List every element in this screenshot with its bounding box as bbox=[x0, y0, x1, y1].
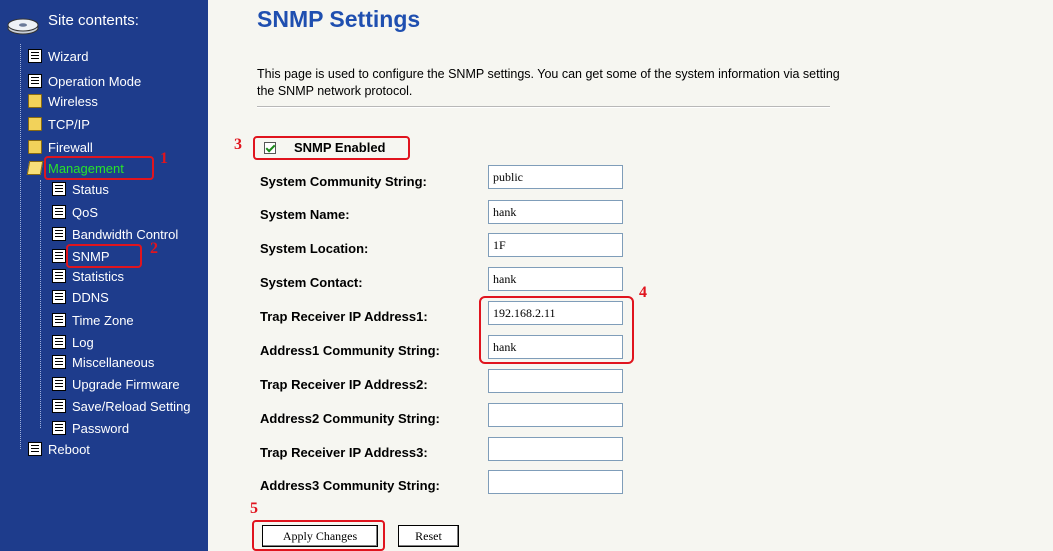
field-label: Address2 Community String: bbox=[260, 411, 440, 426]
sidebar-item-label: Log bbox=[72, 334, 94, 350]
field-label: System Name: bbox=[260, 207, 350, 222]
field-label: System Contact: bbox=[260, 275, 363, 290]
page-icon bbox=[52, 313, 66, 327]
page-icon bbox=[52, 399, 66, 413]
page-icon bbox=[52, 290, 66, 304]
folder-icon bbox=[28, 117, 42, 131]
highlight-box-management bbox=[44, 156, 154, 180]
trap-receiver-ip-address3-input[interactable] bbox=[488, 437, 623, 461]
annotation-number: 1 bbox=[160, 150, 168, 167]
annotation-number: 5 bbox=[250, 500, 258, 517]
sidebar-item-statistics[interactable]: Statistics bbox=[52, 267, 124, 285]
field-label: Trap Receiver IP Address3: bbox=[260, 445, 428, 460]
sidebar-title: Site contents: bbox=[48, 12, 139, 29]
tree-line bbox=[40, 180, 41, 428]
page-icon bbox=[52, 269, 66, 283]
annotation-number: 3 bbox=[234, 136, 242, 153]
sidebar-item-wizard[interactable]: Wizard bbox=[28, 47, 88, 65]
page-icon bbox=[28, 74, 42, 88]
address3-community-string-input[interactable] bbox=[488, 470, 623, 494]
page-icon bbox=[52, 249, 66, 263]
field-label: System Community String: bbox=[260, 174, 427, 189]
system-location-input[interactable] bbox=[488, 233, 623, 257]
reset-button[interactable]: Reset bbox=[398, 525, 459, 547]
sidebar-item-label: Operation Mode bbox=[48, 73, 142, 89]
tree-line bbox=[20, 44, 21, 449]
sidebar-item-label: Bandwidth Control bbox=[72, 226, 179, 242]
sidebar-item-upgrade-firmware[interactable]: Upgrade Firmware bbox=[52, 375, 180, 393]
highlight-box-trap-receiver1 bbox=[479, 296, 634, 364]
sidebar-item-log[interactable]: Log bbox=[52, 333, 94, 351]
sidebar-item-label: QoS bbox=[72, 204, 99, 220]
sidebar-item-label: Upgrade Firmware bbox=[72, 376, 180, 392]
system-contact-input[interactable] bbox=[488, 267, 623, 291]
sidebar-item-label: Wireless bbox=[48, 93, 98, 109]
annotation-number: 4 bbox=[639, 284, 647, 301]
field-label: Address3 Community String: bbox=[260, 478, 440, 493]
page-icon bbox=[52, 421, 66, 435]
system-name-input[interactable] bbox=[488, 200, 623, 224]
trap-receiver-ip-address2-input[interactable] bbox=[488, 369, 623, 393]
sidebar-item-label: Reboot bbox=[48, 441, 90, 457]
open-folder-icon bbox=[26, 161, 44, 175]
sidebar: Site contents: Wizard Operation Mode Wir… bbox=[0, 0, 208, 551]
sidebar-item-label: Time Zone bbox=[72, 312, 134, 328]
annotation-number: 2 bbox=[150, 240, 158, 257]
sidebar-item-time-zone[interactable]: Time Zone bbox=[52, 311, 134, 329]
sidebar-item-save-reload-setting[interactable]: Save/Reload Setting bbox=[52, 397, 191, 415]
sidebar-item-label: Firewall bbox=[48, 139, 93, 155]
sidebar-item-label: Password bbox=[72, 420, 130, 436]
sidebar-item-qos[interactable]: QoS bbox=[52, 203, 98, 221]
address2-community-string-input[interactable] bbox=[488, 403, 623, 427]
sidebar-item-wireless[interactable]: Wireless bbox=[28, 92, 98, 110]
sidebar-item-miscellaneous[interactable]: Miscellaneous bbox=[52, 353, 154, 371]
page-icon bbox=[28, 442, 42, 456]
apply-changes-button[interactable]: Apply Changes bbox=[262, 525, 378, 547]
sidebar-item-label: TCP/IP bbox=[48, 116, 90, 132]
field-label: Address1 Community String: bbox=[260, 343, 440, 358]
folder-icon bbox=[28, 94, 42, 108]
sidebar-item-password[interactable]: Password bbox=[52, 419, 129, 437]
sidebar-item-status[interactable]: Status bbox=[52, 180, 109, 198]
main-content: SNMP Settings This page is used to confi… bbox=[208, 0, 1053, 551]
sidebar-item-label: Save/Reload Setting bbox=[72, 398, 191, 414]
page-description: This page is used to configure the SNMP … bbox=[257, 67, 840, 98]
sidebar-item-label: Wizard bbox=[48, 48, 89, 64]
sidebar-item-label: Statistics bbox=[72, 268, 125, 284]
sidebar-item-reboot[interactable]: Reboot bbox=[28, 440, 90, 458]
field-label: Trap Receiver IP Address2: bbox=[260, 377, 428, 392]
sidebar-item-label: Miscellaneous bbox=[72, 354, 155, 370]
field-label: Trap Receiver IP Address1: bbox=[260, 309, 428, 324]
page-icon bbox=[52, 377, 66, 391]
snmp-enabled-checkbox[interactable] bbox=[264, 142, 276, 154]
snmp-enabled-label: SNMP Enabled bbox=[294, 140, 386, 155]
sidebar-item-ddns[interactable]: DDNS bbox=[52, 288, 109, 306]
divider bbox=[257, 106, 830, 108]
page-title: SNMP Settings bbox=[257, 6, 421, 32]
sidebar-item-operation-mode[interactable]: Operation Mode bbox=[28, 72, 141, 90]
page-icon bbox=[28, 49, 42, 63]
sidebar-item-tcpip[interactable]: TCP/IP bbox=[28, 115, 90, 133]
sidebar-item-label: Status bbox=[72, 181, 109, 197]
sidebar-item-firewall[interactable]: Firewall bbox=[28, 138, 93, 156]
folder-icon bbox=[28, 140, 42, 154]
sidebar-item-bandwidth-control[interactable]: Bandwidth Control bbox=[52, 225, 178, 243]
sidebar-item-label: DDNS bbox=[72, 289, 109, 305]
page-icon bbox=[52, 355, 66, 369]
highlight-box-snmp bbox=[66, 244, 142, 268]
page-icon bbox=[52, 335, 66, 349]
site-contents-icon bbox=[7, 18, 39, 35]
system-community-string-input[interactable] bbox=[488, 165, 623, 189]
field-label: System Location: bbox=[260, 241, 369, 256]
page-icon bbox=[52, 182, 66, 196]
page-icon bbox=[52, 227, 66, 241]
page-icon bbox=[52, 205, 66, 219]
